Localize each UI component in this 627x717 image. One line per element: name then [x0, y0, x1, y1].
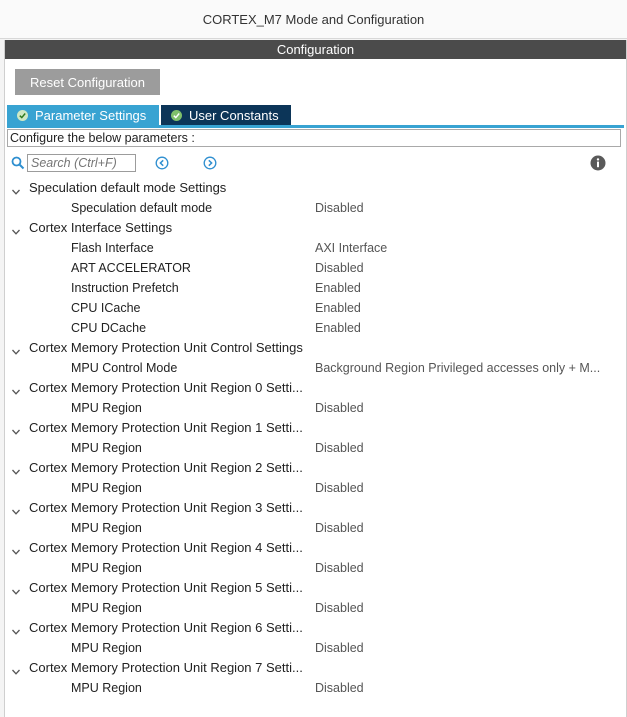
chevron-down-icon[interactable] — [11, 343, 21, 355]
reset-configuration-button[interactable]: Reset Configuration — [15, 69, 160, 95]
parameter-label: Instruction Prefetch — [71, 281, 179, 295]
tab-user-constants[interactable]: User Constants — [161, 105, 291, 125]
tree-group[interactable]: Cortex Memory Protection Unit Region 7 S… — [5, 658, 626, 678]
parameter-value[interactable]: Disabled — [315, 638, 364, 658]
chevron-down-icon[interactable] — [11, 183, 21, 195]
parameter-value[interactable]: Disabled — [315, 438, 364, 458]
configuration-header: Configuration — [5, 40, 626, 59]
parameter-label: ART ACCELERATOR — [71, 261, 191, 275]
parameter-value[interactable]: Background Region Privileged accesses on… — [315, 358, 600, 378]
parameter-value[interactable]: Enabled — [315, 278, 361, 298]
tree-group[interactable]: Cortex Memory Protection Unit Control Se… — [5, 338, 626, 358]
parameter-row[interactable]: MPU Region Disabled — [5, 438, 626, 458]
parameter-label: MPU Region — [71, 441, 142, 455]
parameter-row[interactable]: MPU Region Disabled — [5, 598, 626, 618]
chevron-down-icon[interactable] — [11, 503, 21, 515]
parameter-value[interactable]: Disabled — [315, 478, 364, 498]
parameter-label: MPU Region — [71, 681, 142, 695]
chevron-down-icon[interactable] — [11, 423, 21, 435]
parameter-row[interactable]: Flash Interface AXI Interface — [5, 238, 626, 258]
chevron-left-circle-icon[interactable] — [155, 156, 169, 170]
tree-group-label: Cortex Interface Settings — [29, 220, 173, 235]
tab-bar: Parameter Settings User Constants — [7, 105, 291, 125]
parameter-value[interactable]: Disabled — [315, 198, 364, 218]
chevron-down-icon[interactable] — [11, 663, 21, 675]
chevron-down-icon[interactable] — [11, 543, 21, 555]
tab-user-constants-label: User Constants — [189, 107, 279, 123]
chevron-down-icon[interactable] — [11, 623, 21, 635]
window-title: CORTEX_M7 Mode and Configuration — [0, 0, 627, 39]
configuration-panel: Configuration Reset Configuration Parame… — [4, 40, 627, 717]
parameter-label: MPU Region — [71, 401, 142, 415]
tree-group-label: Cortex Memory Protection Unit Control Se… — [29, 340, 303, 355]
parameter-row[interactable]: MPU Region Disabled — [5, 678, 626, 698]
tree-group[interactable]: Cortex Memory Protection Unit Region 1 S… — [5, 418, 626, 438]
tree-group-label: Speculation default mode Settings — [29, 180, 227, 195]
chevron-down-icon[interactable] — [11, 223, 21, 235]
chevron-down-icon[interactable] — [11, 463, 21, 475]
chevron-down-icon[interactable] — [11, 383, 21, 395]
parameter-value[interactable]: Disabled — [315, 258, 364, 278]
tree-group-label: Cortex Memory Protection Unit Region 4 S… — [29, 540, 303, 555]
parameter-row[interactable]: CPU DCache Enabled — [5, 318, 626, 338]
tree-group-label: Cortex Memory Protection Unit Region 7 S… — [29, 660, 303, 675]
parameter-label: Speculation default mode — [71, 201, 213, 215]
parameter-row[interactable]: MPU Control Mode Background Region Privil… — [5, 358, 626, 378]
parameter-label: MPU Region — [71, 481, 142, 495]
parameter-label: MPU Control Mode — [71, 361, 178, 375]
parameter-row[interactable]: MPU Region Disabled — [5, 558, 626, 578]
parameter-label: CPU DCache — [71, 321, 147, 335]
parameter-value[interactable]: AXI Interface — [315, 238, 387, 258]
search-input[interactable] — [27, 154, 136, 172]
tree-group[interactable]: Cortex Memory Protection Unit Region 6 S… — [5, 618, 626, 638]
parameter-value[interactable]: Enabled — [315, 318, 361, 338]
check-circle-icon — [17, 109, 28, 121]
parameter-row[interactable]: MPU Region Disabled — [5, 638, 626, 658]
parameter-label: Flash Interface — [71, 241, 154, 255]
chevron-down-icon[interactable] — [11, 583, 21, 595]
parameter-row[interactable]: MPU Region Disabled — [5, 398, 626, 418]
parameter-value[interactable]: Disabled — [315, 398, 364, 418]
parameter-row[interactable]: CPU ICache Enabled — [5, 298, 626, 318]
parameter-value[interactable]: Disabled — [315, 558, 364, 578]
parameter-value[interactable]: Disabled — [315, 518, 364, 538]
parameter-label: MPU Region — [71, 601, 142, 615]
tree-group-label: Cortex Memory Protection Unit Region 5 S… — [29, 580, 303, 595]
parameter-row[interactable]: ART ACCELERATOR Disabled — [5, 258, 626, 278]
tree-group-label: Cortex Memory Protection Unit Region 2 S… — [29, 460, 303, 475]
tree-group[interactable]: Cortex Memory Protection Unit Region 0 S… — [5, 378, 626, 398]
chevron-right-circle-icon[interactable] — [203, 156, 217, 170]
parameter-value[interactable]: Disabled — [315, 598, 364, 618]
parameter-tree: Speculation default mode Settings Specula… — [5, 178, 626, 698]
tree-group[interactable]: Cortex Memory Protection Unit Region 4 S… — [5, 538, 626, 558]
parameter-row[interactable]: Speculation default mode Disabled — [5, 198, 626, 218]
tab-parameter-settings[interactable]: Parameter Settings — [7, 105, 159, 125]
tree-group[interactable]: Cortex Interface Settings — [5, 218, 626, 238]
tree-group[interactable]: Speculation default mode Settings — [5, 178, 626, 198]
info-icon[interactable] — [590, 155, 606, 171]
tab-parameter-settings-label: Parameter Settings — [35, 107, 147, 123]
tree-group[interactable]: Cortex Memory Protection Unit Region 5 S… — [5, 578, 626, 598]
tree-group-label: Cortex Memory Protection Unit Region 0 S… — [29, 380, 303, 395]
parameter-label: CPU ICache — [71, 301, 141, 315]
tree-group-label: Cortex Memory Protection Unit Region 3 S… — [29, 500, 303, 515]
check-circle-icon — [171, 109, 182, 121]
tree-group-label: Cortex Memory Protection Unit Region 6 S… — [29, 620, 303, 635]
parameter-value[interactable]: Disabled — [315, 678, 364, 698]
parameter-label: MPU Region — [71, 561, 142, 575]
tab-underline — [7, 125, 624, 128]
parameter-row[interactable]: Instruction Prefetch Enabled — [5, 278, 626, 298]
parameter-label: MPU Region — [71, 641, 142, 655]
parameter-value[interactable]: Enabled — [315, 298, 361, 318]
tree-group[interactable]: Cortex Memory Protection Unit Region 3 S… — [5, 498, 626, 518]
parameter-row[interactable]: MPU Region Disabled — [5, 478, 626, 498]
parameter-label: MPU Region — [71, 521, 142, 535]
parameters-description: Configure the below parameters : — [7, 129, 621, 147]
tree-group-label: Cortex Memory Protection Unit Region 1 S… — [29, 420, 303, 435]
search-row — [11, 154, 621, 174]
search-icon[interactable] — [11, 156, 25, 170]
tree-group[interactable]: Cortex Memory Protection Unit Region 2 S… — [5, 458, 626, 478]
parameter-row[interactable]: MPU Region Disabled — [5, 518, 626, 538]
